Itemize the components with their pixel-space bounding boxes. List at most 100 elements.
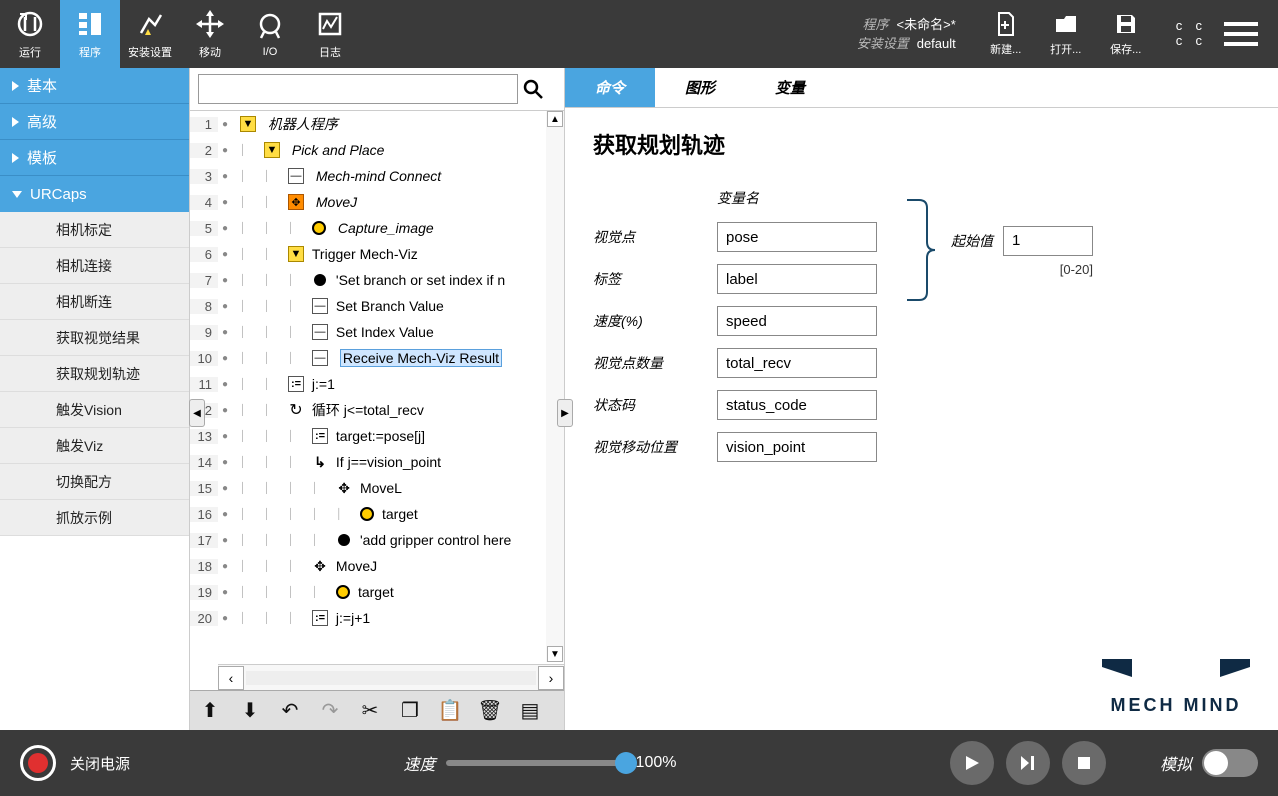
stop-button[interactable] (1062, 741, 1106, 785)
install-icon (134, 8, 166, 40)
tree-row[interactable]: 18● │ │ │ ✥ MoveJ (190, 553, 564, 579)
cut-icon[interactable]: ✂ (356, 697, 384, 725)
tree-row[interactable]: 13● │ │ │ := target:=pose[j] (190, 423, 564, 449)
speed-value: 100% (636, 754, 677, 772)
chevron-right-icon (12, 153, 19, 163)
tree-row[interactable]: 15● │ │ │ │ ✥ MoveL (190, 475, 564, 501)
move-up-icon[interactable]: ⬆ (196, 697, 224, 725)
speed-label: 速度 (404, 751, 436, 775)
menu-icon[interactable] (1224, 22, 1258, 46)
sub-item[interactable]: 触发Vision (0, 392, 189, 428)
power-button[interactable] (20, 745, 56, 781)
left-pane: 基本 高级 模板 URCaps 相机标定 相机连接 相机断连 获取视觉结果 获取… (0, 68, 190, 730)
category-advanced[interactable]: 高级 (0, 104, 189, 140)
tree-row[interactable]: 12● │ │ ↻ 循环 j<=total_recv (190, 397, 564, 423)
var-header: 变量名 (717, 188, 877, 208)
field-input-pose[interactable] (717, 222, 877, 252)
log-icon (314, 8, 346, 40)
play-controls (950, 741, 1106, 785)
nav-install-label: 安装设置 (128, 44, 172, 60)
field-input-label[interactable] (717, 264, 877, 294)
start-value-input[interactable] (1003, 226, 1093, 256)
tree-row[interactable]: 14● │ │ │ ↳ If j==vision_point (190, 449, 564, 475)
range-hint: [0-20] (1060, 262, 1093, 277)
redo-icon[interactable]: ↷ (316, 697, 344, 725)
step-button[interactable] (1006, 741, 1050, 785)
nav-log[interactable]: 日志 (300, 0, 360, 68)
category-template[interactable]: 模板 (0, 140, 189, 176)
nav-move[interactable]: 移动 (180, 0, 240, 68)
sub-item[interactable]: 相机连接 (0, 248, 189, 284)
tab-variable[interactable]: 变量 (745, 68, 835, 107)
suppress-icon[interactable]: ▤ (516, 697, 544, 725)
tree-row[interactable]: 3● │ │ — Mech-mind Connect (190, 163, 564, 189)
tree-row[interactable]: 10● │ │ │ — Receive Mech-Viz Result (190, 345, 564, 371)
action-open[interactable]: 打开... (1036, 0, 1096, 68)
nav-log-label: 日志 (319, 44, 341, 60)
tree-row[interactable]: 6● │ │ ▼ Trigger Mech-Viz (190, 241, 564, 267)
nav-program[interactable]: 程序 (60, 0, 120, 68)
scroll-right-icon[interactable]: › (538, 666, 564, 690)
scroll-up-icon[interactable]: ▲ (547, 111, 563, 127)
category-urcaps[interactable]: URCaps (0, 176, 189, 212)
main-area: 基本 高级 模板 URCaps 相机标定 相机连接 相机断连 获取视觉结果 获取… (0, 68, 1278, 730)
sub-item[interactable]: 获取规划轨迹 (0, 356, 189, 392)
tab-command[interactable]: 命令 (565, 68, 655, 107)
field-input-speed[interactable] (717, 306, 877, 336)
sub-item[interactable]: 获取视觉结果 (0, 320, 189, 356)
io-icon (254, 10, 286, 42)
tree-row[interactable]: 2● │ ▼ Pick and Place (190, 137, 564, 163)
nav-io[interactable]: I/O (240, 0, 300, 68)
paste-icon[interactable]: 📋 (436, 697, 464, 725)
top-nav: 运行 程序 安装设置 移动 I/O 日志 (0, 0, 360, 68)
sub-item[interactable]: 相机断连 (0, 284, 189, 320)
power-label: 关闭电源 (70, 753, 130, 774)
field-label: 视觉点数量 (593, 353, 703, 373)
search-button[interactable] (522, 74, 556, 104)
copy-icon[interactable]: ❐ (396, 697, 424, 725)
move-down-icon[interactable]: ⬇ (236, 697, 264, 725)
simulation-toggle[interactable] (1202, 749, 1258, 777)
tree-row[interactable]: 19● │ │ │ │ target (190, 579, 564, 605)
top-actions: 新建... 打开... 保存... (976, 0, 1156, 68)
speed-slider[interactable] (446, 760, 626, 766)
sub-item[interactable]: 相机标定 (0, 212, 189, 248)
delete-icon[interactable]: 🗑 (476, 697, 504, 725)
nav-install[interactable]: 安装设置 (120, 0, 180, 68)
tree-row[interactable]: 11● │ │ := j:=1 (190, 371, 564, 397)
tree-row[interactable]: 16● │ │ │ │ │ target (190, 501, 564, 527)
splitter-right[interactable]: ▶ (557, 399, 573, 427)
tree-row[interactable]: 1● ▼ 机器人程序 (190, 111, 564, 137)
tab-graphic[interactable]: 图形 (655, 68, 745, 107)
scroll-horizontal[interactable]: ‹ › (218, 664, 564, 690)
scroll-down-icon[interactable]: ▼ (547, 646, 563, 662)
tree-row[interactable]: 20● │ │ │ := j:=j+1 (190, 605, 564, 631)
tree-row[interactable]: 4● │ │ ✥ MoveJ (190, 189, 564, 215)
sub-item[interactable]: 切换配方 (0, 464, 189, 500)
search-input[interactable] (198, 74, 518, 104)
tree-row[interactable]: 8● │ │ │ — Set Branch Value (190, 293, 564, 319)
sub-item[interactable]: 抓放示例 (0, 500, 189, 536)
field-input-total[interactable] (717, 348, 877, 378)
scroll-vertical[interactable]: ▲ ▼ (546, 111, 564, 662)
tree-row[interactable]: 17● │ │ │ │ 'add gripper control here (190, 527, 564, 553)
scroll-left-icon[interactable]: ‹ (218, 666, 244, 690)
sub-item[interactable]: 触发Viz (0, 428, 189, 464)
cc-badge: c cc c (1176, 19, 1204, 49)
field-input-vispoint[interactable] (717, 432, 877, 462)
field-input-status[interactable] (717, 390, 877, 420)
tree-row[interactable]: 9● │ │ │ — Set Index Value (190, 319, 564, 345)
tree-row[interactable]: 7● │ │ │ 'Set branch or set index if n (190, 267, 564, 293)
category-basic[interactable]: 基本 (0, 68, 189, 104)
action-save[interactable]: 保存... (1096, 0, 1156, 68)
play-button[interactable] (950, 741, 994, 785)
search-row (190, 68, 564, 111)
save-icon (1113, 11, 1139, 37)
action-new[interactable]: 新建... (976, 0, 1036, 68)
simulation-block: 模拟 (1160, 749, 1258, 777)
mechmind-logo: MECH MIND (1102, 659, 1250, 716)
splitter-left[interactable]: ◀ (189, 399, 205, 427)
nav-run[interactable]: 运行 (0, 0, 60, 68)
tree-row[interactable]: 5● │ │ │ Capture_image (190, 215, 564, 241)
undo-icon[interactable]: ↶ (276, 697, 304, 725)
